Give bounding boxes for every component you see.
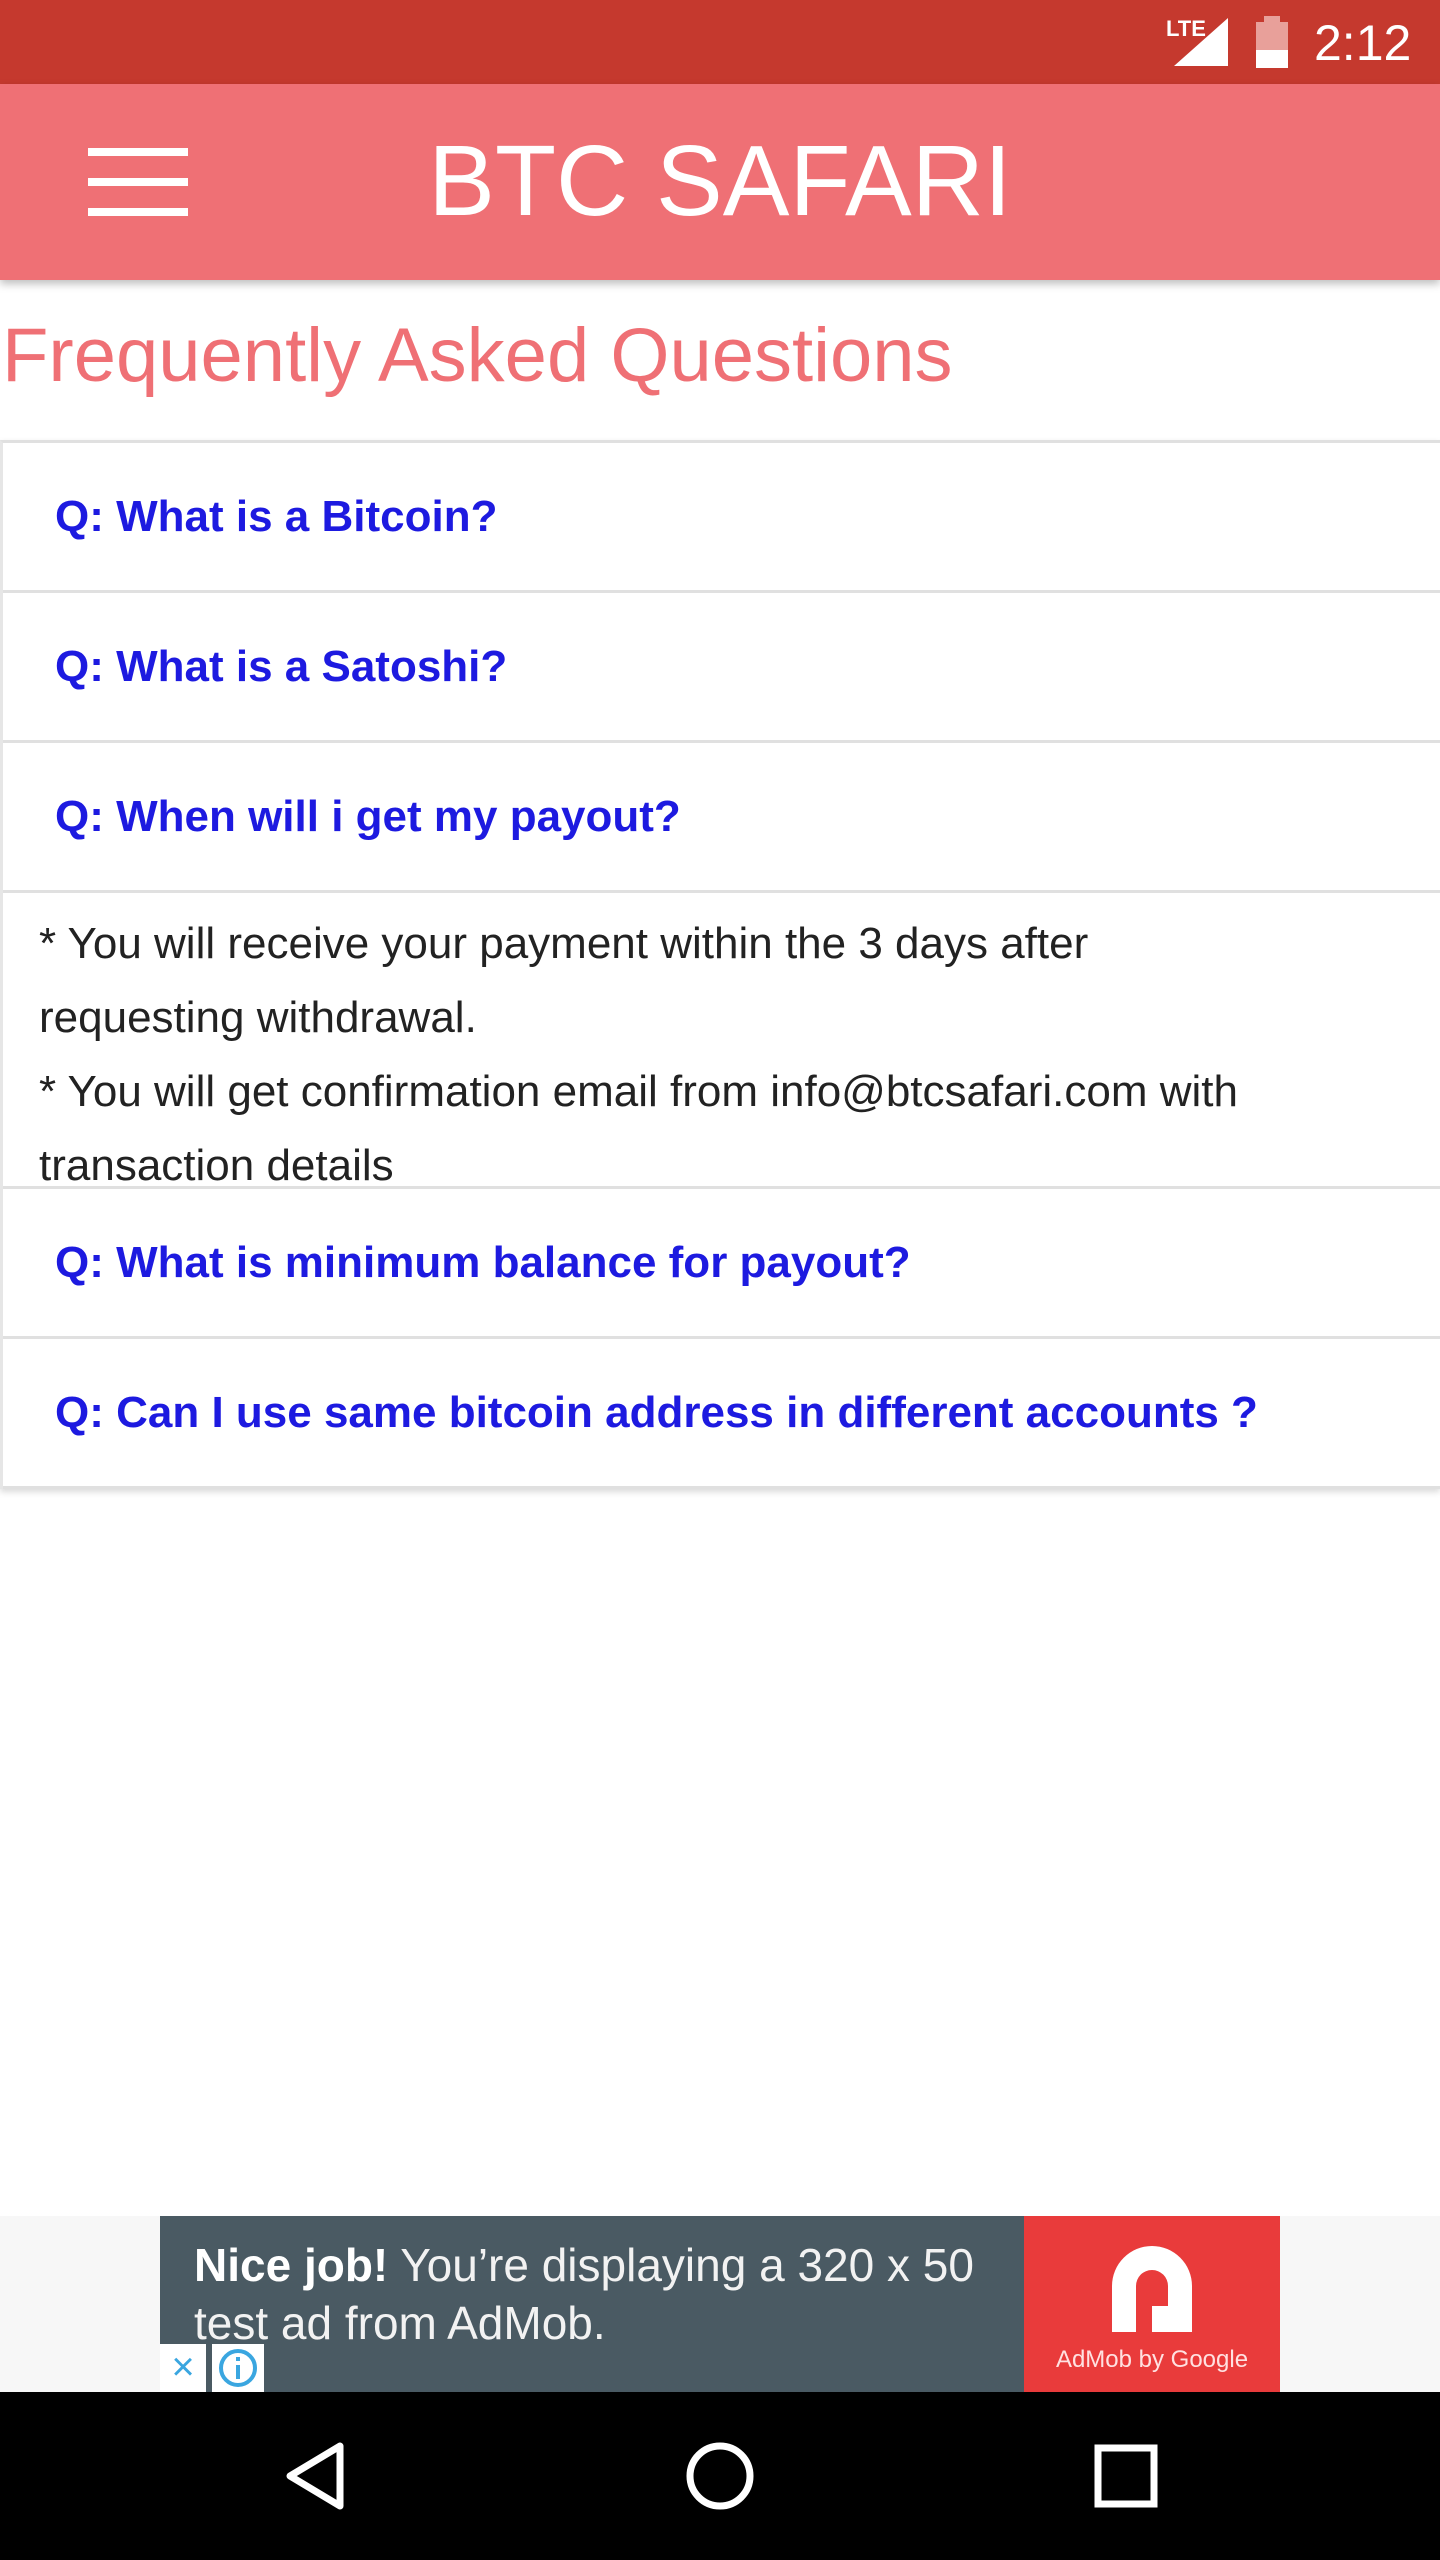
clock: 2:12 bbox=[1314, 15, 1412, 71]
faq-question-payout-time[interactable]: Q: When will i get my payout? bbox=[3, 743, 1440, 893]
faq-answer-payout-time: * You will receive your payment within t… bbox=[3, 893, 1440, 1190]
faq-question-label: Q: What is minimum balance for payout? bbox=[55, 1237, 911, 1287]
lte-signal-icon bbox=[1174, 18, 1228, 66]
faq-answer-line: * You will receive your payment within t… bbox=[39, 919, 1089, 968]
home-icon[interactable] bbox=[678, 2434, 762, 2518]
app-title: BTC SAFARI bbox=[428, 125, 1012, 237]
faq-answer-line: * You will get confirmation email from i… bbox=[39, 1067, 1238, 1116]
ad-info-icon bbox=[219, 2349, 257, 2387]
faq-question-same-address[interactable]: Q: Can I use same bitcoin address in dif… bbox=[3, 1339, 1440, 1489]
faq-answer-line: requesting withdrawal. bbox=[39, 993, 477, 1042]
admob-logo: AdMob by Google bbox=[1024, 2216, 1280, 2392]
admob-logo-icon bbox=[1112, 2246, 1192, 2332]
faq-list: Q: What is a Bitcoin? Q: What is a Satos… bbox=[0, 440, 1440, 1489]
status-bar: LTE 2:12 bbox=[0, 0, 1440, 84]
faq-question-label: Q: Can I use same bitcoin address in dif… bbox=[55, 1387, 1258, 1437]
recents-icon[interactable] bbox=[1084, 2434, 1168, 2518]
back-icon[interactable] bbox=[276, 2434, 360, 2518]
ad-headline: Nice job! bbox=[194, 2239, 389, 2291]
ad-info-button[interactable] bbox=[212, 2344, 264, 2392]
page-title: Frequently Asked Questions bbox=[2, 313, 953, 398]
faq-question-satoshi[interactable]: Q: What is a Satoshi? bbox=[3, 593, 1440, 743]
ad-close-icon[interactable]: × bbox=[160, 2344, 206, 2392]
navigation-bar bbox=[0, 2392, 1440, 2560]
ad-brand-caption: AdMob by Google bbox=[1055, 2346, 1249, 2373]
faq-question-minimum-balance[interactable]: Q: What is minimum balance for payout? bbox=[3, 1189, 1440, 1339]
faq-question-label: Q: What is a Bitcoin? bbox=[55, 491, 498, 541]
faq-question-bitcoin[interactable]: Q: What is a Bitcoin? bbox=[3, 443, 1440, 593]
ad-content[interactable]: Nice job! You’re displaying a 320 x 50 t… bbox=[160, 2216, 1280, 2392]
battery-icon bbox=[1256, 16, 1288, 68]
faq-question-label: Q: When will i get my payout? bbox=[55, 791, 681, 841]
faq-question-label: Q: What is a Satoshi? bbox=[55, 641, 508, 691]
app-bar: BTC SAFARI bbox=[0, 84, 1440, 280]
ad-text: Nice job! You’re displaying a 320 x 50 t… bbox=[194, 2236, 1034, 2352]
